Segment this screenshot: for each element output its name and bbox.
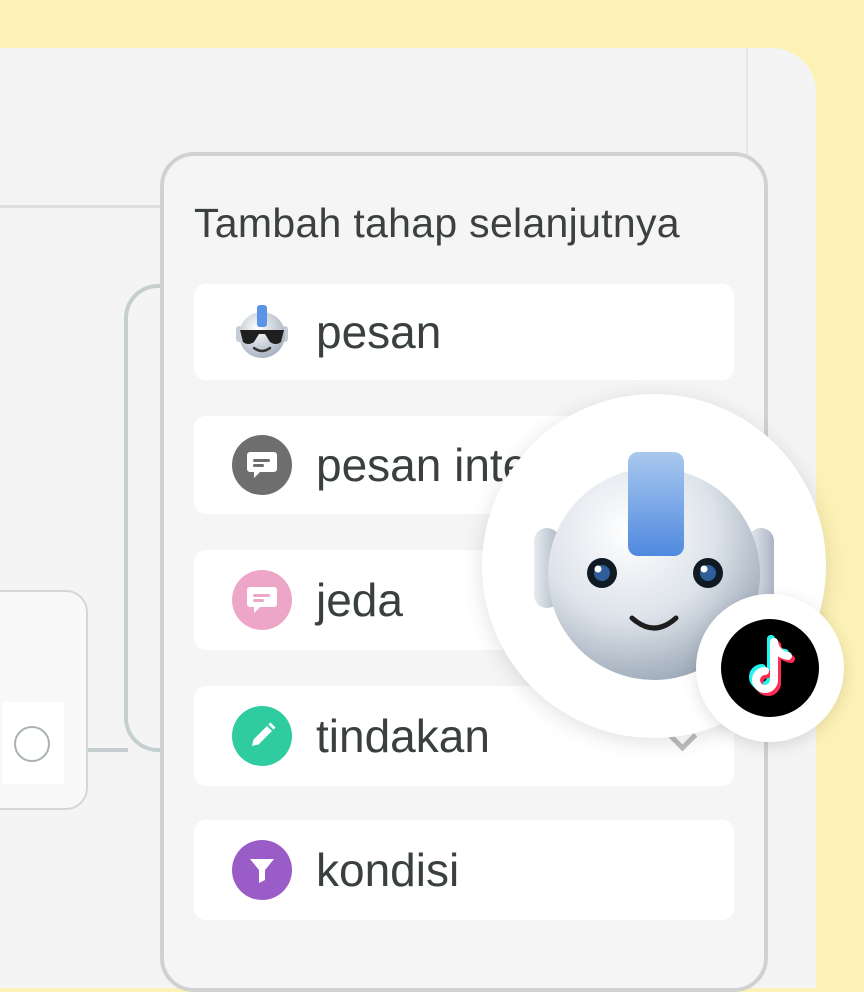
previous-step-card[interactable] xyxy=(0,590,88,810)
step-label: kondisi xyxy=(316,844,460,896)
connection-port[interactable] xyxy=(14,726,50,762)
tiktok-logo-icon xyxy=(721,619,819,717)
step-label: pesan xyxy=(316,306,442,358)
chat-bubble-icon xyxy=(232,435,292,495)
step-label: tindakan xyxy=(316,710,490,762)
step-label: jeda xyxy=(316,574,403,626)
connector-line xyxy=(124,284,164,752)
step-option-pesan[interactable]: pesan xyxy=(194,284,734,380)
flow-line xyxy=(0,205,162,208)
step-option-kondisi[interactable]: kondisi xyxy=(194,820,734,920)
connector-line-tail xyxy=(88,748,128,752)
panel-title: Tambah tahap selanjutnya xyxy=(194,200,680,246)
filter-funnel-icon xyxy=(232,840,292,900)
robot-bot-icon xyxy=(232,302,292,362)
pencil-icon xyxy=(232,706,292,766)
tiktok-badge xyxy=(696,594,844,742)
pause-chat-icon xyxy=(232,570,292,630)
